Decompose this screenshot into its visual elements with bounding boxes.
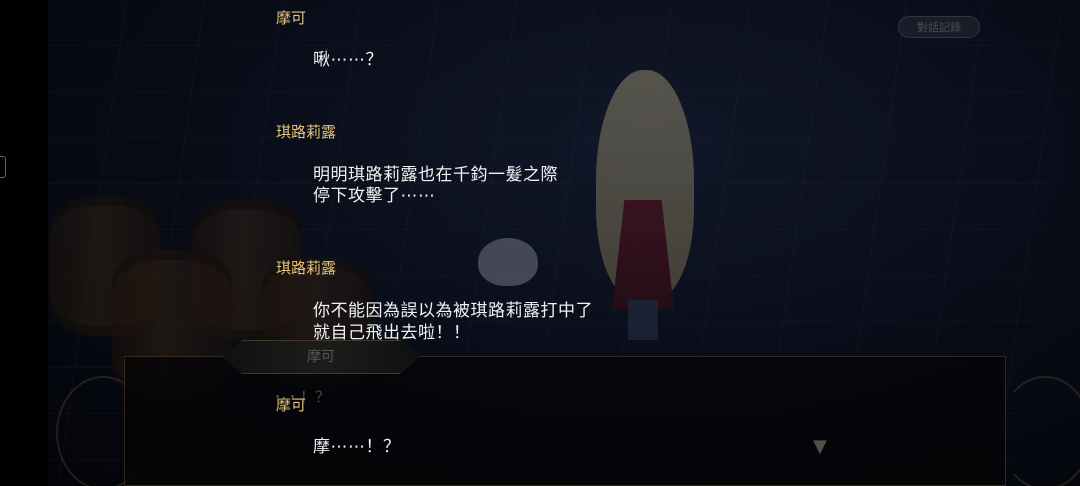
log-line: 就自己飛出去啦！！ [313, 323, 471, 343]
log-line: 摩⋯⋯！？ [313, 437, 401, 457]
log-speaker: 摩可 [276, 9, 307, 27]
log-speaker: 琪路莉露 [276, 123, 337, 141]
log-line: 停下攻擊了⋯⋯ [313, 186, 436, 206]
log-speaker: 摩可 [276, 396, 307, 414]
log-speaker: 琪路莉露 [276, 259, 337, 277]
log-line: 啾⋯⋯？ [313, 50, 383, 70]
dialogue-log-panel[interactable]: 摩可 啾⋯⋯？ 琪路莉露 明明琪路莉露也在千鈞一髮之際 停下攻擊了⋯⋯ 琪路莉露… [0, 0, 1080, 486]
